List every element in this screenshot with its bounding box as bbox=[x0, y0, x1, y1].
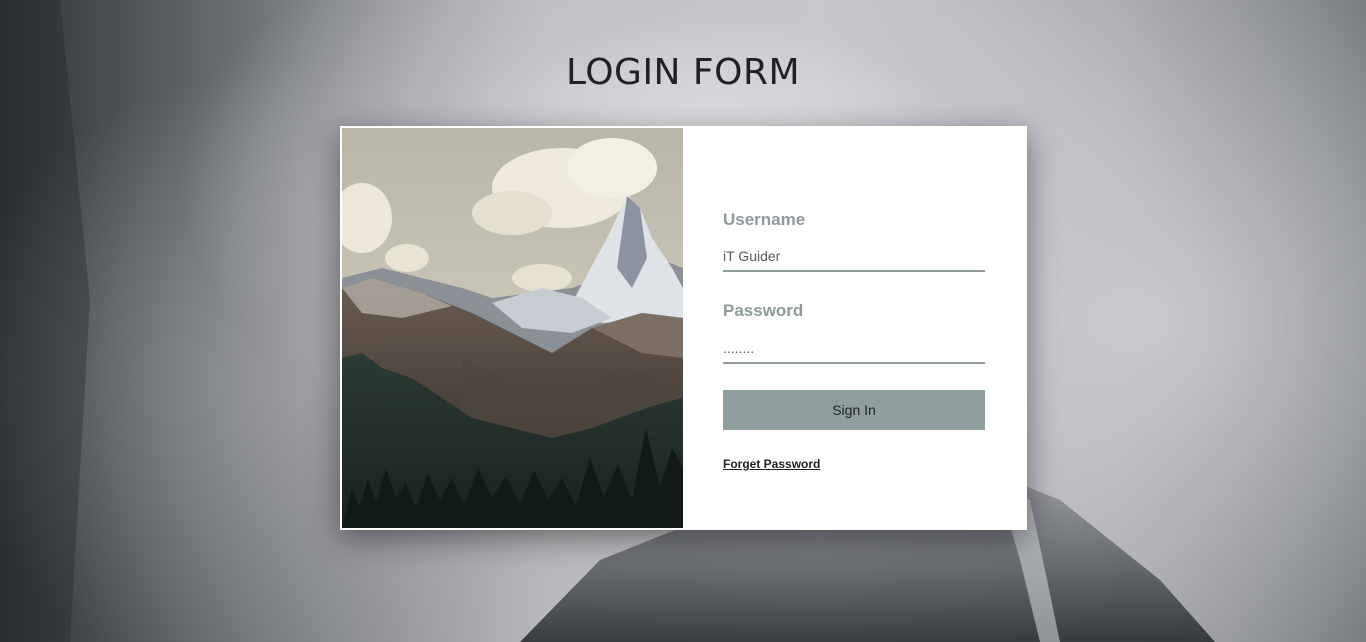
password-label: Password bbox=[723, 301, 804, 320]
password-input[interactable] bbox=[723, 334, 985, 364]
login-card: Username Password Sign In Forget Passwor… bbox=[340, 126, 1027, 530]
forget-password-link[interactable]: Forget Password bbox=[723, 457, 820, 471]
username-label: Username bbox=[723, 210, 806, 229]
page-title: LOGIN FORM bbox=[565, 52, 801, 93]
mountain-photo bbox=[342, 128, 683, 528]
username-input[interactable] bbox=[723, 242, 985, 272]
sign-in-button[interactable]: Sign In bbox=[723, 390, 985, 430]
login-form: Username Password Sign In Forget Passwor… bbox=[723, 126, 985, 530]
